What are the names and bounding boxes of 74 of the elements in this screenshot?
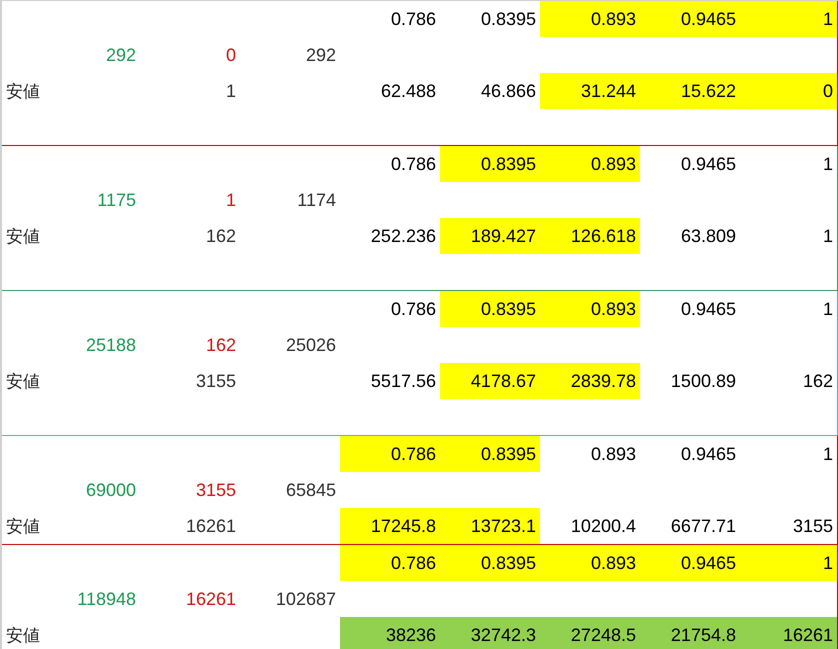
row-label: 安値 — [5, 370, 40, 394]
table-cell: 27248.5 — [540, 617, 640, 649]
table-cell-text: 0 — [224, 44, 237, 66]
table-cell: 0.893 — [540, 291, 640, 327]
table-cell-text: 0.893 — [590, 442, 637, 466]
row-label: 安値 — [5, 80, 40, 104]
table-cell: 0.893 — [540, 1, 640, 37]
table-cell-text: 46.866 — [480, 80, 537, 102]
table-cell: 0.786 — [340, 545, 440, 581]
table-cell: 2839.78 — [540, 363, 640, 399]
table-cell-text: 3155 — [194, 478, 237, 502]
table-cell-text: 65845 — [284, 478, 337, 502]
table-cell-text: 252.236 — [370, 224, 437, 248]
table-cell-text: 292 — [104, 44, 137, 66]
table-cell-text: 25188 — [84, 334, 137, 356]
table-cell-text: 0.786 — [390, 152, 437, 176]
table-cell: 126.618 — [540, 218, 640, 254]
table-cell: 0.9465 — [640, 1, 740, 37]
table-cell-text: 16261 — [184, 514, 237, 538]
table-cell: 0.786 — [340, 436, 440, 472]
table-cell-text: 62.488 — [380, 80, 437, 102]
table-cell-text: 102687 — [274, 588, 337, 610]
table-cell: 0.893 — [540, 146, 640, 182]
table-cell-text: 25026 — [284, 334, 337, 356]
table-cell: 13723.1 — [440, 508, 540, 544]
table-cell-text: 1175 — [96, 188, 137, 212]
row-label: 安値 — [5, 516, 40, 538]
table-cell: 0 — [740, 73, 837, 109]
table-cell-text: 0.9465 — [680, 298, 737, 320]
table-cell-text: 16261 — [184, 588, 237, 610]
table-cell: 0.8395 — [440, 146, 540, 182]
table-cell: 15.622 — [640, 73, 740, 109]
table-cell-text: 1 — [224, 188, 237, 212]
table-cell-text: 3155 — [792, 514, 834, 538]
table-cell-text: 0.786 — [390, 8, 437, 30]
table-cell-text: 1 — [822, 152, 834, 176]
table-cell-text: 5517.56 — [370, 370, 437, 392]
table-cell: 17245.8 — [340, 508, 440, 544]
table-cell: 4178.67 — [440, 363, 540, 399]
table-cell-text: 0.9465 — [680, 442, 737, 466]
table-cell-text: 63.809 — [680, 224, 737, 248]
table-cell: 1 — [740, 1, 837, 37]
table-cell-text: 0.786 — [390, 298, 437, 320]
table-cell-text: 118948 — [76, 588, 137, 610]
table-cell: 21754.8 — [640, 617, 740, 649]
table-cell: 0.893 — [540, 545, 640, 581]
table-cell: 0.8395 — [440, 436, 540, 472]
table-cell: 0.9465 — [640, 545, 740, 581]
table-cell-text: 1 — [822, 224, 834, 248]
table-cell-text: 162 — [802, 370, 834, 392]
table-cell: 0.8395 — [440, 291, 540, 327]
table-cell: 16261 — [740, 617, 837, 649]
table-cell-text: 1 — [822, 298, 834, 320]
table-cell-text: 0.8395 — [480, 8, 537, 30]
table-cell: 1 — [740, 545, 837, 581]
table-cell-text: 1174 — [296, 188, 337, 212]
table-cell: 32742.3 — [440, 617, 540, 649]
table-cell-text: 162 — [204, 224, 237, 248]
table-cell: 189.427 — [440, 218, 540, 254]
table-cell: 31.244 — [540, 73, 640, 109]
table-cell: 0.8395 — [440, 545, 540, 581]
table-cell-text: 1 — [224, 80, 237, 102]
table-cell-text: 3155 — [194, 370, 237, 392]
table-cell-text: 10200.4 — [570, 514, 637, 538]
row-label: 安値 — [5, 226, 40, 248]
table-cell-text: 69000 — [84, 478, 137, 502]
table-cell-text: 292 — [304, 44, 337, 66]
table-cell-text: 0.9465 — [680, 152, 737, 176]
table-cell: 38236 — [340, 617, 440, 649]
table-cell-text: 1500.89 — [670, 370, 737, 392]
row-label: 安値 — [5, 624, 40, 648]
table-cell-text: 1 — [822, 442, 834, 466]
table-cell-text: 6677.71 — [670, 514, 737, 538]
table-cell-text: 162 — [204, 334, 237, 356]
